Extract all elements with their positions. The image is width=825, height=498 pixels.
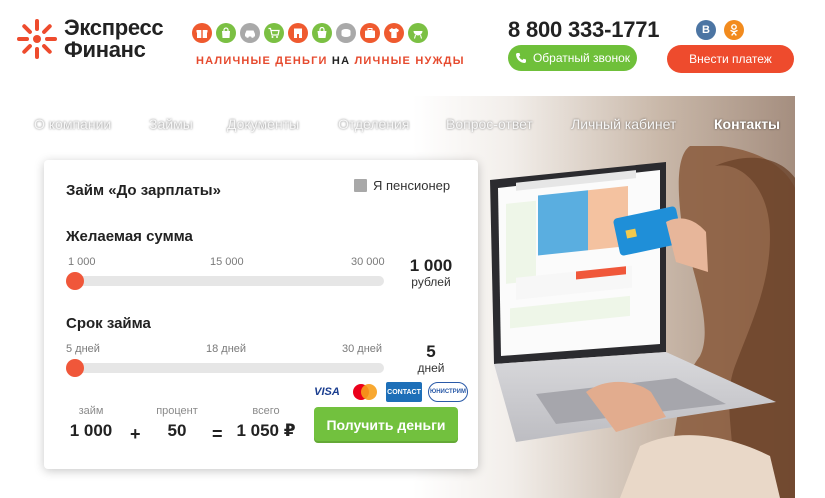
hero-banner: О компании Займы Документы Отделения Воп… [0,96,825,498]
callback-button[interactable]: Обратный звонок [508,45,637,71]
site-header: Экспресс Финанс НАЛИЧНЫЕ ДЕНЬГИ НА ЛИЧНЫ… [0,0,825,96]
nav-account[interactable]: Личный кабинет [571,116,676,132]
unistream-logo: ЮНИСТРИМ [428,382,468,402]
term-slider-handle[interactable] [66,359,84,377]
nav-contacts[interactable]: Контакты [714,116,780,132]
summary-percent-label: процент [156,405,198,417]
pensioner-checkbox[interactable]: Я пенсионер [354,178,450,193]
logo-line1: Экспресс [64,15,164,40]
amount-value: 1 000 [409,256,453,275]
nav-loans[interactable]: Займы [149,116,193,132]
term-title: Срок займа [66,315,151,332]
building-icon[interactable] [288,23,308,43]
nav-offices[interactable]: Отделения [338,116,409,132]
tagline-mid: НА [331,55,351,67]
amount-unit: рублей [411,275,451,289]
phone-number[interactable]: 8 800 333-1771 [508,17,660,43]
tagline-right: ЛИЧНЫЕ НУЖДЫ [354,55,465,67]
term-unit: дней [417,361,445,375]
summary-total-label: всего [252,405,280,417]
shirt-icon[interactable] [384,23,404,43]
tagline-left: НАЛИЧНЫЕ ДЕНЬГИ [196,55,328,67]
car-icon[interactable] [240,23,260,43]
nav-documents[interactable]: Документы [227,116,299,132]
gift-icon[interactable] [192,23,212,43]
logo-icon [14,16,60,62]
amount-slider[interactable] [66,272,384,290]
summary-loan-label: займ [78,405,104,417]
summary-loan: займ 1 000 [64,405,118,441]
get-money-button[interactable]: Получить деньги [314,407,458,443]
visa-logo: VISA [314,386,340,398]
main-nav: О компании Займы Документы Отделения Воп… [0,96,795,152]
plus-sign: + [130,424,141,444]
payment-systems: VISA CONTACT ЮНИСТРИМ [310,382,468,402]
social-links: В [696,20,744,40]
summary-percent-value: 50 [167,421,187,440]
nav-about[interactable]: О компании [34,116,111,132]
suitcase-icon[interactable] [360,23,380,43]
term-slider[interactable] [66,359,384,377]
callback-label: Обратный звонок [532,51,631,65]
summary-loan-value: 1 000 [69,421,113,440]
cart-icon[interactable] [264,23,284,43]
contact-logo: CONTACT [386,382,422,402]
shopping-bag-icon[interactable] [312,23,332,43]
laptop-image [490,162,776,442]
amount-value-box: 1 000 рублей [396,256,466,289]
equals-sign: = [212,424,223,444]
checkbox-icon[interactable] [354,179,367,192]
amount-tick-mid: 15 000 [210,256,244,268]
amount-title: Желаемая сумма [66,228,193,245]
term-value-box: 5 дней [396,342,466,375]
page-margin [795,96,825,498]
amount-tick-min: 1 000 [68,256,96,268]
tagline: НАЛИЧНЫЕ ДЕНЬГИ НА ЛИЧНЫЕ НУЖДЫ [196,55,465,67]
nav-faq[interactable]: Вопрос-ответ [446,116,533,132]
pensioner-label: Я пенсионер [373,178,451,193]
category-icons [192,23,428,43]
summary-total-value: 1 050 ₽ [236,421,296,440]
calculator-title: Займ «До зарплаты» [66,182,221,199]
grill-icon[interactable] [408,23,428,43]
loan-calculator: Займ «До зарплаты» Я пенсионер Желаемая … [44,160,478,469]
amount-tick-max: 30 000 [351,256,385,268]
term-tick-max: 30 дней [342,343,383,355]
vk-icon[interactable]: В [696,20,716,40]
term-tick-min: 5 дней [66,343,100,355]
coins-icon[interactable] [336,23,356,43]
summary-percent: процент 50 [150,405,204,441]
logo-line2: Финанс [64,37,146,62]
summary-total: всего 1 050 ₽ [234,405,298,441]
term-value: 5 [426,342,436,361]
odnoklassniki-icon[interactable] [724,20,744,40]
phone-icon [515,53,526,63]
mastercard-logo [350,382,380,402]
logo[interactable]: Экспресс Финанс [14,15,164,62]
amount-slider-handle[interactable] [66,272,84,290]
term-tick-mid: 18 дней [206,343,247,355]
bag-icon[interactable] [216,23,236,43]
make-payment-button[interactable]: Внести платеж [667,45,794,73]
